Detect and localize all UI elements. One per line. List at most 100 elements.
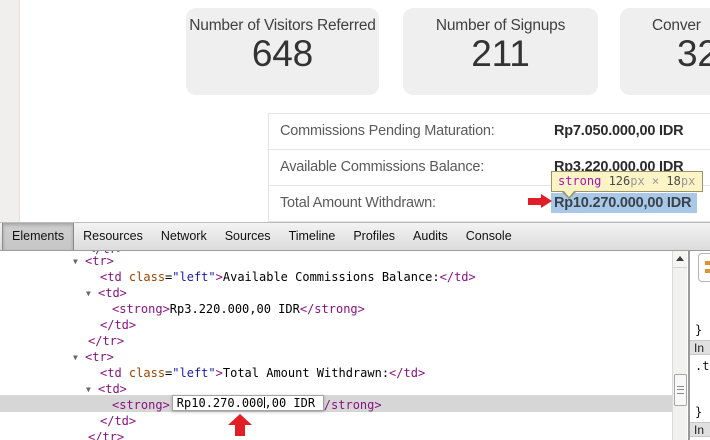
dom-tree-line[interactable]: <td class="left">Available Commissions B… — [100, 269, 476, 285]
tab-elements[interactable]: Elements — [2, 223, 75, 250]
tab-timeline[interactable]: Timeline — [280, 223, 345, 250]
inherited-section-bar: In — [690, 422, 710, 437]
summary-row-label: Commissions Pending Maturation: — [280, 123, 495, 139]
tooltip-dimensions: 126px × 18px — [601, 174, 696, 188]
code-token-tag: /strong> — [323, 398, 382, 412]
dom-tree-line[interactable]: ▼ <td> — [86, 381, 127, 397]
summary-row-value: Rp7.050.000,00 IDR — [554, 123, 684, 139]
expand-arrow-icon[interactable]: ▼ — [73, 350, 78, 366]
code-token-attr: class — [128, 366, 166, 380]
code-token-tag: </td> — [100, 414, 137, 428]
dom-tree-line[interactable]: <strong> Rp10.270.000,00 IDR/strong> — [112, 395, 382, 413]
dom-tree-line[interactable]: ▼ <tr> — [73, 253, 114, 269]
scrollbar-grip-icon — [677, 386, 684, 394]
scrollbar-up-button[interactable] — [673, 251, 687, 268]
stat-card-title: Conver — [652, 17, 701, 34]
code-token-tag: > — [215, 270, 223, 284]
styles-fragment-glyph — [705, 261, 710, 265]
dom-tree-line[interactable]: </tr> — [88, 333, 124, 349]
css-closing-brace: } — [695, 405, 703, 419]
devtools-elements-tree-panel[interactable]: </tr>▼<tr><td class="left">Available Com… — [0, 251, 672, 440]
devtools-window: Elements Resources Network Sources Timeline P… — [0, 222, 710, 440]
stat-card-title: Number of Signups — [435, 17, 566, 34]
code-token-text: Rp3.220.000,00 IDR — [169, 302, 300, 316]
code-token-tag: <td> — [98, 382, 127, 396]
tooltip-dimension-part: px — [630, 174, 645, 188]
expand-arrow-icon[interactable]: ▼ — [86, 286, 91, 302]
elements-panel-scrollbar[interactable] — [672, 251, 687, 440]
code-token-tag: > — [215, 366, 223, 380]
web-page-area: Number of Visitors Referred 648 Number of … — [0, 0, 710, 222]
arrow-head — [541, 194, 552, 208]
summary-row-label: Available Commissions Balance: — [280, 159, 485, 175]
dom-tree-line[interactable]: </tr> — [88, 429, 124, 440]
red-annotation-arrow-up — [228, 414, 252, 436]
expand-arrow-icon[interactable]: ▼ — [86, 382, 91, 398]
styles-fragment-glyph — [705, 269, 710, 273]
dom-tree-line[interactable]: </td> — [100, 317, 136, 333]
code-token-tag: <td — [100, 270, 122, 284]
edit-text-after-caret: ,00 IDR — [264, 396, 316, 410]
stat-card-3: Conver 32 — [620, 8, 710, 95]
tooltip-caret-fill — [563, 190, 575, 197]
code-token-tag: <td — [100, 366, 122, 380]
dom-tree-line[interactable]: <strong>Rp3.220.000,00 IDR</strong> — [112, 301, 365, 317]
tooltip-tag-name: strong — [558, 174, 602, 188]
dom-tree-line[interactable]: ▼ <td> — [86, 285, 127, 301]
styles-sidebar-pane[interactable]: } In .t } In ta — [690, 251, 710, 440]
scrollbar-thumb[interactable] — [674, 374, 687, 406]
arrow-stem — [528, 198, 542, 205]
expand-arrow-icon[interactable]: ▼ — [73, 254, 78, 270]
tab-console[interactable]: Console — [457, 223, 521, 250]
tooltip-dimension-part: px — [680, 174, 696, 188]
code-token-attr: class — [128, 270, 166, 284]
tooltip-dimension-part: × — [644, 174, 667, 188]
code-token-tag: </tr> — [88, 430, 125, 440]
code-token-tag: </strong> — [299, 302, 365, 316]
dom-tree-line[interactable]: ▼ <tr> — [73, 349, 114, 365]
summary-row-label: Total Amount Withdrawn: — [280, 195, 436, 211]
node-text-edit-input[interactable]: Rp10.270.000,00 IDR — [171, 395, 324, 411]
page-left-sidebar-strip — [0, 0, 20, 222]
dom-tree-line[interactable]: <td class="left">Total Amount Withdrawn:… — [100, 365, 425, 381]
code-token-tag: <tr> — [85, 254, 114, 268]
stat-card-2: Number of Signups 211 — [403, 8, 598, 95]
code-token-tag: </td> — [389, 366, 426, 380]
stat-card-value: 32 — [677, 33, 710, 74]
tab-profiles[interactable]: Profiles — [344, 223, 404, 250]
css-closing-brace: } — [695, 323, 703, 337]
edit-text-before-caret: Rp10.270.000 — [176, 396, 264, 410]
code-token-tag: </td> — [439, 270, 476, 284]
code-token-tag: <td> — [98, 286, 127, 300]
summary-table-row: Commissions Pending Maturation: Rp7.050.0… — [269, 114, 710, 150]
screenshot-root: Number of Visitors Referred 648 Number of … — [0, 0, 710, 440]
commissions-summary-table: Commissions Pending Maturation: Rp7.050.0… — [268, 113, 710, 222]
tooltip-dimension-part: 126 — [601, 174, 631, 188]
tab-resources[interactable]: Resources — [74, 223, 152, 250]
tab-audits[interactable]: Audits — [404, 223, 457, 250]
code-token-val: "left" — [172, 270, 216, 284]
code-token-tag: </td> — [100, 318, 137, 332]
code-token-val: "left" — [172, 366, 216, 380]
code-token-tag: <strong> — [112, 302, 170, 316]
tooltip-dimension-part: 18 — [666, 174, 681, 188]
css-selector-fragment: .t — [695, 359, 710, 373]
code-token-text: Available Commissions Balance: — [222, 270, 440, 284]
stat-card-1: Number of Visitors Referred 648 — [186, 8, 379, 95]
dom-tree-line[interactable]: </td> — [100, 413, 136, 429]
stat-card-value: 211 — [471, 33, 530, 74]
red-annotation-arrow-right — [528, 194, 552, 208]
code-token-text: Total Amount Withdrawn: — [222, 366, 390, 380]
stat-card-title: Number of Visitors Referred — [189, 17, 376, 34]
tab-sources[interactable]: Sources — [216, 223, 280, 250]
tab-network[interactable]: Network — [152, 223, 216, 250]
inherited-section-bar: In — [690, 340, 710, 355]
code-token-tag: <tr> — [85, 350, 114, 364]
code-token-tag: </tr> — [88, 334, 125, 348]
code-token-tag: <strong> — [112, 398, 170, 412]
devtools-inspect-tooltip: strong 126px × 18px — [551, 171, 704, 192]
scroll-up-icon — [676, 256, 684, 261]
devtools-tab-bar: Elements Resources Network Sources Timeline P… — [0, 222, 710, 251]
